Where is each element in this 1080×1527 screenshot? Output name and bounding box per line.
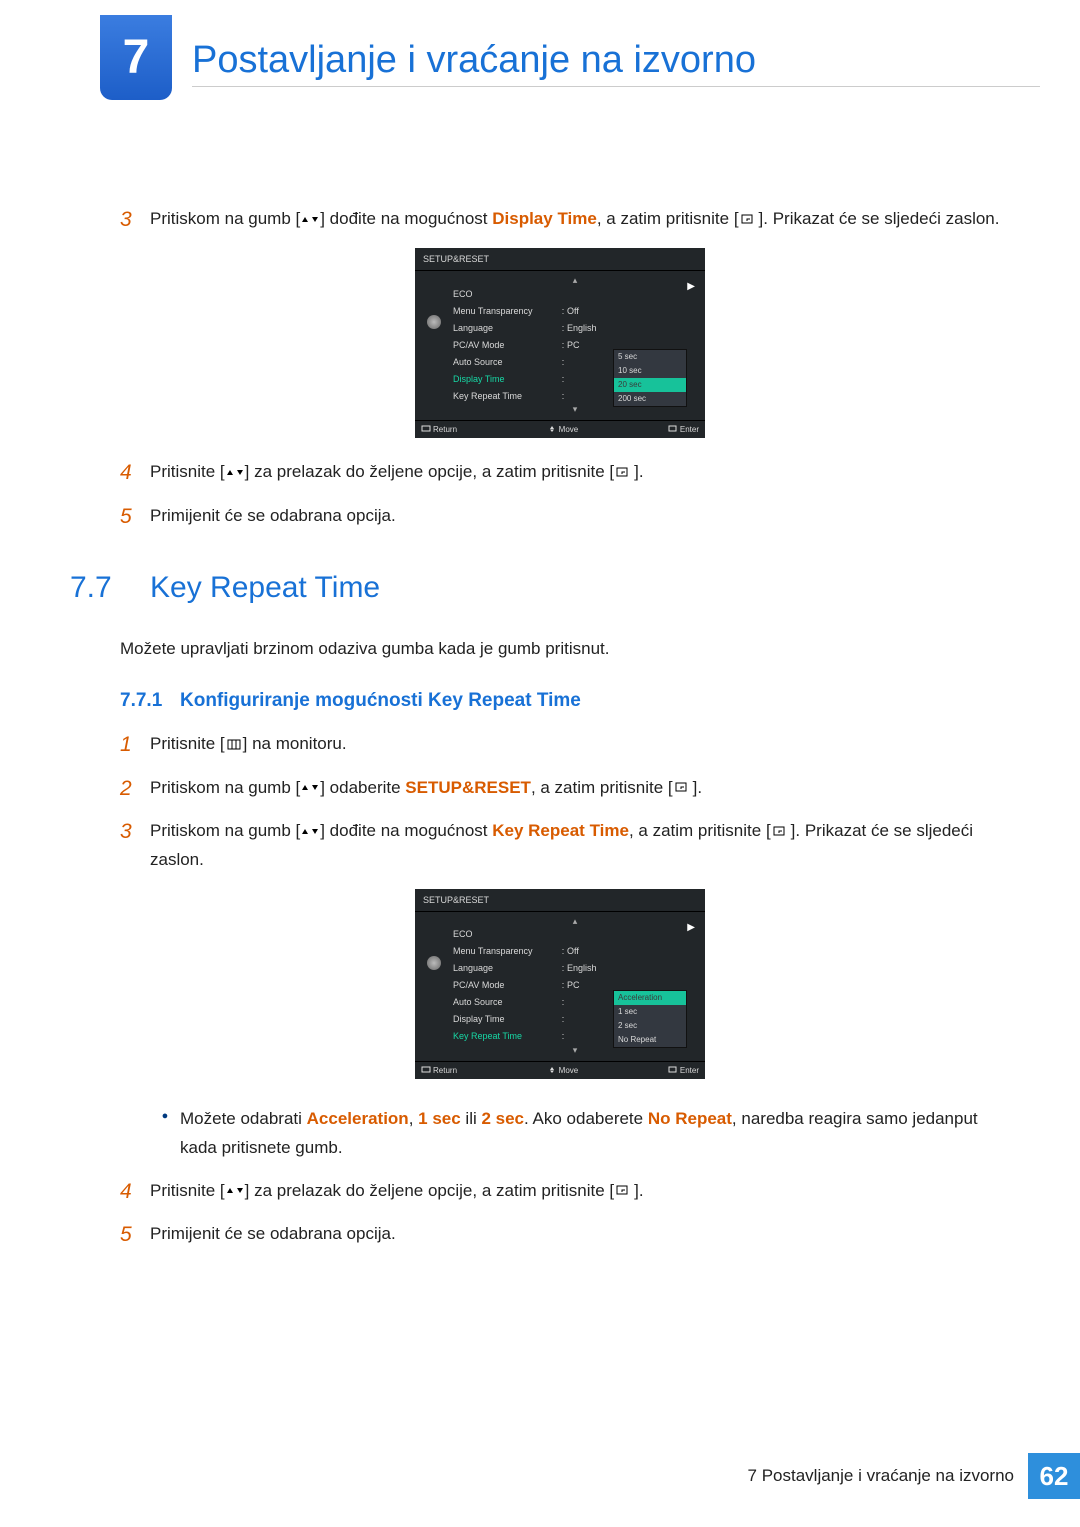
enter-icon [614,467,634,479]
bullet-note: ● Možete odabrati Acceleration, 1 sec il… [150,1105,1000,1163]
osd-display-time: Display Time [449,374,559,384]
osd-key-repeat-time: Key Repeat Time [449,1031,559,1041]
osd-return: Return [421,1066,457,1075]
menu-icon [225,739,243,751]
highlight-setup-reset: SETUP&RESET [405,778,531,797]
osd-menu-transparency: Menu Transparency [449,946,559,956]
step-number: 5 [120,502,150,531]
step-3: 3 Pritiskom na gumb [] dođite na mogućno… [120,817,1000,875]
footer-chapter-label: 7 Postavljanje i vraćanje na izvorno [734,1453,1028,1499]
step-5: 5 Primijenit će se odabrana opcija. [120,1220,1000,1249]
osd-enter: Enter [668,1066,699,1075]
page-footer: 7 Postavljanje i vraćanje na izvorno 62 [734,1453,1080,1499]
osd-eco: ECO [449,289,559,299]
section-7-7-heading: 7.7 Key Repeat Time [120,571,1000,605]
subsection-number: 7.7.1 [120,690,180,712]
section-intro: Možete upravljati brzinom odaziva gumba … [120,635,1000,662]
step-4: 4 Pritisnite [] za prelazak do željene o… [120,458,1000,487]
dropdown-option: No Repeat [614,1033,686,1047]
osd-menu-transparency: Menu Transparency [449,306,559,316]
up-down-icon [300,214,320,226]
step-text: Primijenit će se odabrana opcija. [150,502,1000,531]
section-number: 7.7 [70,571,150,605]
osd-pcav-mode: PC/AV Mode [449,340,559,350]
osd-key-repeat-time: Key Repeat Time [449,391,559,401]
step-2: 2 Pritiskom na gumb [] odaberite SETUP&R… [120,774,1000,803]
highlight-key-repeat: Key Repeat Time [492,821,629,840]
osd-return: Return [421,425,457,434]
step-number: 3 [120,817,150,846]
bullet-icon: ● [150,1105,180,1163]
osd-eco: ECO [449,929,559,939]
step-list-a: 3 Pritiskom na gumb [] dođite na mogućno… [120,205,1000,234]
step-text: Pritisnite [] na monitoru. [150,730,1000,759]
osd-screenshot-1: SETUP&RESET ▶ ▴ ECO Menu Transparency:Of… [415,248,705,438]
osd-language: Language [449,963,559,973]
chapter-title: Postavljanje i vraćanje na izvorno [192,39,1040,87]
gear-icon [427,315,441,329]
osd-auto-source: Auto Source [449,357,559,367]
osd-auto-source: Auto Source [449,997,559,1007]
chapter-header: 7 Postavljanje i vraćanje na izvorno [0,0,1080,105]
osd-title: SETUP&RESET [415,889,705,912]
dropdown-option: 10 sec [614,364,686,378]
enter-icon [739,214,759,226]
subsection-7-7-1-heading: 7.7.1 Konfiguriranje mogućnosti Key Repe… [120,690,1000,712]
up-down-icon [300,826,320,838]
osd-move: Move [547,425,579,434]
osd-dropdown: Acceleration 1 sec 2 sec No Repeat [613,990,687,1048]
dropdown-option-selected: Acceleration [614,991,686,1005]
osd-language: Language [449,323,559,333]
step-number: 2 [120,774,150,803]
step-4: 4 Pritisnite [] za prelazak do željene o… [120,1177,1000,1206]
section-title: Key Repeat Time [150,571,380,605]
enter-icon [673,782,693,794]
highlight-display-time: Display Time [492,209,597,228]
osd-dropdown: 5 sec 10 sec 20 sec 200 sec [613,349,687,407]
up-down-icon [300,782,320,794]
dropdown-option-selected: 20 sec [614,378,686,392]
step-number: 4 [120,458,150,487]
step-text: Pritiskom na gumb [] dođite na mogućnost… [150,817,1000,875]
osd-screenshot-2: SETUP&RESET ▶ ▴ ECO Menu Transparency:Of… [415,889,705,1079]
gear-icon [427,956,441,970]
step-text: Pritisnite [] za prelazak do željene opc… [150,458,1000,487]
step-number: 1 [120,730,150,759]
arrow-right-icon: ▶ [687,922,695,933]
dropdown-option: 200 sec [614,392,686,406]
step-text: Pritisnite [] za prelazak do željene opc… [150,1177,1000,1206]
step-5: 5 Primijenit će se odabrana opcija. [120,502,1000,531]
arrow-right-icon: ▶ [687,281,695,292]
step-text: Primijenit će se odabrana opcija. [150,1220,1000,1249]
chapter-number-badge: 7 [100,15,172,100]
dropdown-option: 5 sec [614,350,686,364]
bullet-text: Možete odabrati Acceleration, 1 sec ili … [180,1105,1000,1163]
osd-display-time: Display Time [449,1014,559,1024]
osd-footer: Return Move Enter [415,420,705,438]
step-1: 1 Pritisnite [] na monitoru. [120,730,1000,759]
enter-icon [614,1185,634,1197]
step-text: Pritiskom na gumb [] dođite na mogućnost… [150,205,1000,234]
step-number: 3 [120,205,150,234]
subsection-title: Konfiguriranje mogućnosti Key Repeat Tim… [180,690,581,712]
osd-pcav-mode: PC/AV Mode [449,980,559,990]
osd-enter: Enter [668,425,699,434]
arrow-up-icon: ▴ [449,916,697,926]
page-number-badge: 62 [1028,1453,1080,1499]
osd-footer: Return Move Enter [415,1061,705,1079]
step-3: 3 Pritiskom na gumb [] dođite na mogućno… [120,205,1000,234]
arrow-up-icon: ▴ [449,275,697,285]
step-bullet-container: ● Možete odabrati Acceleration, 1 sec il… [120,1099,1000,1163]
enter-icon [771,826,791,838]
osd-move: Move [547,1066,579,1075]
up-down-icon [225,1185,245,1197]
step-text: Pritiskom na gumb [] odaberite SETUP&RES… [150,774,1000,803]
osd-title: SETUP&RESET [415,248,705,271]
step-number: 4 [120,1177,150,1206]
dropdown-option: 1 sec [614,1005,686,1019]
dropdown-option: 2 sec [614,1019,686,1033]
up-down-icon [225,467,245,479]
step-number: 5 [120,1220,150,1249]
